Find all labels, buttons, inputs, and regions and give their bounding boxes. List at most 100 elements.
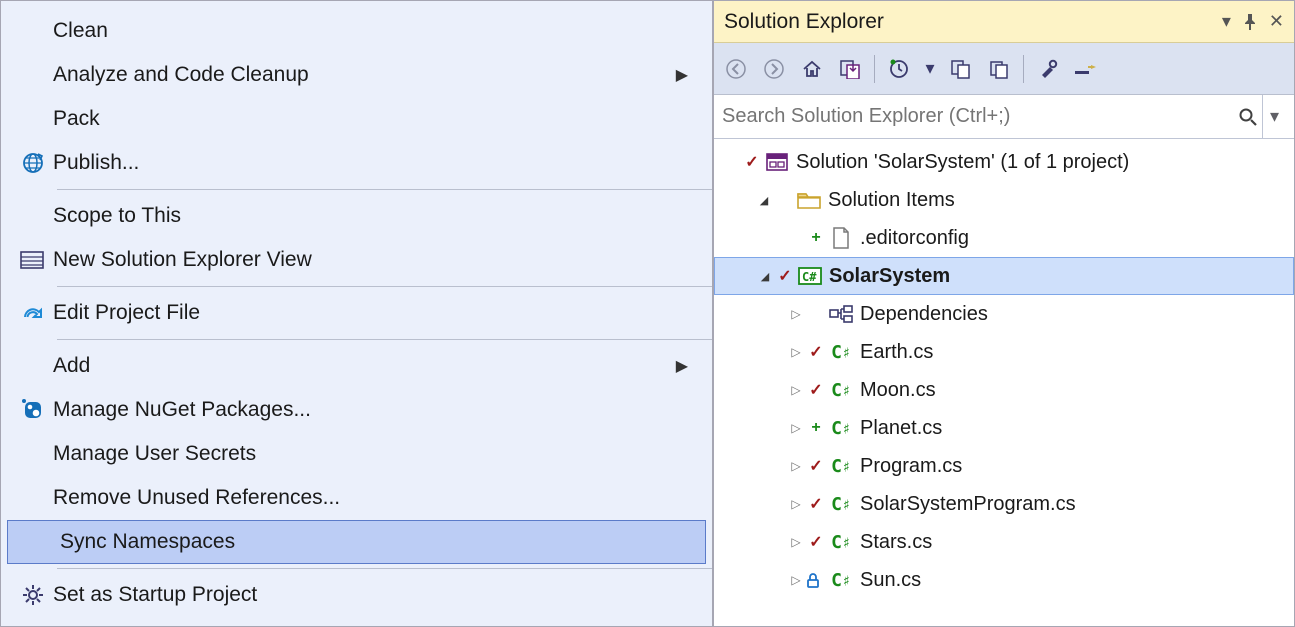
switch-views-icon[interactable] bbox=[836, 55, 864, 83]
menu-label: Add bbox=[53, 354, 676, 378]
menu-label: Scope to This bbox=[53, 204, 688, 228]
menu-label: Manage NuGet Packages... bbox=[53, 398, 688, 422]
menu-item-new-solution-explorer-view[interactable]: New Solution Explorer View bbox=[1, 238, 712, 282]
tree-row[interactable]: ✓ Solution 'SolarSystem' (1 of 1 project) bbox=[714, 143, 1294, 181]
expander-icon[interactable] bbox=[786, 459, 806, 473]
tree-row[interactable]: ✓C♯Stars.cs bbox=[714, 523, 1294, 561]
filter-dropdown-icon[interactable]: ▾ bbox=[923, 55, 937, 83]
tree-label: Moon.cs bbox=[856, 379, 936, 402]
deps-icon bbox=[826, 304, 856, 324]
menu-item-set-as-startup-project[interactable]: Set as Startup Project bbox=[1, 573, 712, 617]
tree-label: Stars.cs bbox=[856, 531, 932, 554]
tree-row[interactable]: ✓C♯Earth.cs bbox=[714, 333, 1294, 371]
newview-icon bbox=[13, 249, 53, 271]
expander-icon[interactable] bbox=[786, 497, 806, 511]
nuget-icon bbox=[13, 398, 53, 422]
tree-row[interactable]: ✓C♯Moon.cs bbox=[714, 371, 1294, 409]
menu-item-pack[interactable]: Pack bbox=[1, 97, 712, 141]
gear-icon bbox=[13, 583, 53, 607]
checkmark-icon: ✓ bbox=[775, 266, 795, 286]
tree-row[interactable]: ✓C♯Program.cs bbox=[714, 447, 1294, 485]
menu-item-sync-namespaces[interactable]: Sync Namespaces bbox=[7, 520, 706, 564]
tree-label: .editorconfig bbox=[856, 227, 969, 250]
menu-separator bbox=[57, 339, 712, 340]
checkmark-icon: ✓ bbox=[742, 152, 762, 172]
checkmark-icon: ✓ bbox=[806, 532, 826, 552]
checkmark-icon: ✓ bbox=[806, 494, 826, 514]
expander-icon[interactable] bbox=[755, 269, 775, 283]
cs-icon: C♯ bbox=[826, 532, 856, 553]
tree-row[interactable]: +.editorconfig bbox=[714, 219, 1294, 257]
expander-icon[interactable] bbox=[786, 535, 806, 549]
expander-icon[interactable] bbox=[786, 383, 806, 397]
context-menu: CleanAnalyze and Code Cleanup▶PackPublis… bbox=[0, 0, 713, 627]
tree-row[interactable]: C♯Sun.cs bbox=[714, 561, 1294, 599]
expander-icon[interactable] bbox=[786, 421, 806, 435]
refresh-icon[interactable] bbox=[985, 55, 1013, 83]
menu-label: Edit Project File bbox=[53, 301, 688, 325]
submenu-arrow-icon: ▶ bbox=[676, 65, 688, 85]
cs-icon: C♯ bbox=[826, 570, 856, 591]
expander-icon[interactable] bbox=[786, 573, 806, 587]
preview-selected-items-icon[interactable] bbox=[1072, 55, 1100, 83]
properties-icon[interactable] bbox=[1034, 55, 1062, 83]
close-icon[interactable]: ✕ bbox=[1269, 11, 1284, 32]
checkmark-icon: ✓ bbox=[806, 456, 826, 476]
tree-label: Dependencies bbox=[856, 303, 988, 326]
checkmark-icon: ✓ bbox=[806, 342, 826, 362]
pending-changes-filter-icon[interactable] bbox=[885, 55, 913, 83]
menu-label: Set as Startup Project bbox=[53, 583, 688, 607]
menu-label: Analyze and Code Cleanup bbox=[53, 63, 676, 87]
window-dropdown-icon[interactable]: ▾ bbox=[1222, 11, 1231, 32]
menu-separator bbox=[57, 286, 712, 287]
nav-forward-icon[interactable] bbox=[760, 55, 788, 83]
menu-item-remove-unused-references[interactable]: Remove Unused References... bbox=[1, 476, 712, 520]
expander-icon[interactable] bbox=[786, 307, 806, 321]
menu-item-publish[interactable]: Publish... bbox=[1, 141, 712, 185]
search-input[interactable] bbox=[722, 105, 1234, 128]
tree-row[interactable]: Dependencies bbox=[714, 295, 1294, 333]
cs-icon: C♯ bbox=[826, 342, 856, 363]
tree-row[interactable]: ✓C♯SolarSystemProgram.cs bbox=[714, 485, 1294, 523]
menu-item-scope-to-this[interactable]: Scope to This bbox=[1, 194, 712, 238]
search-icon[interactable] bbox=[1238, 107, 1258, 127]
cs-icon: C♯ bbox=[826, 494, 856, 515]
csproj-icon: C# bbox=[795, 265, 825, 287]
menu-item-add[interactable]: Add▶ bbox=[1, 344, 712, 388]
tree-row[interactable]: Solution Items bbox=[714, 181, 1294, 219]
file-icon bbox=[826, 226, 856, 250]
tree-label: Sun.cs bbox=[856, 569, 921, 592]
svg-text:C#: C# bbox=[802, 270, 817, 284]
menu-item-edit-project-file[interactable]: Edit Project File bbox=[1, 291, 712, 335]
solution-explorer-toolbar: ▾ bbox=[714, 43, 1294, 95]
expander-icon[interactable] bbox=[754, 193, 774, 207]
globe-icon bbox=[13, 151, 53, 175]
checkmark-icon: ✓ bbox=[806, 380, 826, 400]
solution-icon bbox=[762, 151, 792, 173]
tree-row[interactable]: +C♯Planet.cs bbox=[714, 409, 1294, 447]
menu-item-clean[interactable]: Clean bbox=[1, 9, 712, 53]
sync-active-doc-icon[interactable] bbox=[947, 55, 975, 83]
menu-label: Clean bbox=[53, 19, 688, 43]
expander-icon[interactable] bbox=[786, 345, 806, 359]
folder-icon bbox=[794, 190, 824, 210]
search-solution-explorer[interactable]: ▾ bbox=[714, 95, 1294, 139]
menu-item-manage-user-secrets[interactable]: Manage User Secrets bbox=[1, 432, 712, 476]
tree-row[interactable]: ✓C#SolarSystem bbox=[714, 257, 1294, 295]
tree-label: Solution Items bbox=[824, 189, 955, 212]
menu-separator bbox=[57, 189, 712, 190]
search-options-dropdown-icon[interactable]: ▾ bbox=[1262, 95, 1286, 138]
tree-label: Solution 'SolarSystem' (1 of 1 project) bbox=[792, 151, 1129, 174]
menu-item-manage-nuget-packages[interactable]: Manage NuGet Packages... bbox=[1, 388, 712, 432]
pin-icon[interactable] bbox=[1243, 14, 1257, 30]
tree-label: Planet.cs bbox=[856, 417, 942, 440]
solution-tree: ✓ Solution 'SolarSystem' (1 of 1 project)… bbox=[714, 139, 1294, 626]
solution-explorer-title: Solution Explorer bbox=[724, 10, 1222, 34]
menu-label: Publish... bbox=[53, 151, 688, 175]
nav-back-icon[interactable] bbox=[722, 55, 750, 83]
home-icon[interactable] bbox=[798, 55, 826, 83]
menu-separator bbox=[57, 568, 712, 569]
menu-item-analyze-and-code-cleanup[interactable]: Analyze and Code Cleanup▶ bbox=[1, 53, 712, 97]
cs-icon: C♯ bbox=[826, 456, 856, 477]
redo-icon bbox=[13, 303, 53, 323]
